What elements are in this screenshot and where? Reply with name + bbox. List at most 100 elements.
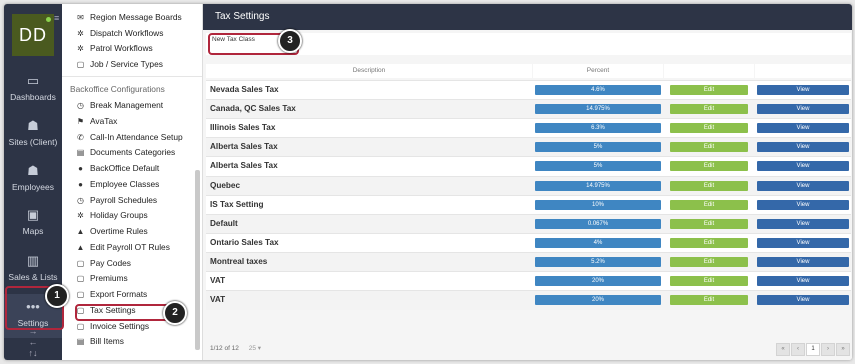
sidebar-item[interactable]: ⚑ AvaTax [76,116,117,126]
sidebar-item[interactable]: ◷ Payroll Schedules [76,195,157,205]
page-title: Tax Settings [215,11,270,22]
edit-button[interactable]: Edit [670,218,748,229]
view-button[interactable]: View [757,180,849,191]
sidebar-item[interactable]: ✲ Dispatch Workflows [76,28,163,38]
rail-item-employees[interactable]: ☗ Employees [4,158,62,202]
tax-percent: 6.3% [535,123,661,134]
sidebar-item-icon: ◷ [77,195,84,205]
sidebar-item-label: Overtime Rules [90,226,148,236]
view-button[interactable]: View [757,161,849,172]
sidebar-item[interactable]: ✆ Call-In Attendance Setup [76,132,183,142]
view-button[interactable]: View [757,123,849,134]
edit-button[interactable]: Edit [670,180,748,191]
next-page-button[interactable]: › [821,343,835,356]
sidebar-item-icon: ✲ [77,44,84,54]
sidebar-item-icon: ● [78,179,83,189]
sidebar-scrollbar[interactable] [195,170,200,350]
tax-percent: 4% [535,237,661,248]
avatar[interactable]: DD [12,14,54,56]
page-size-value: 25 [248,345,256,352]
view-button[interactable]: View [757,104,849,115]
sidebar-item-label: AvaTax [90,115,118,126]
sidebar-item[interactable]: ▲ Edit Payroll OT Rules [76,242,170,252]
sidebar-item[interactable]: ✲ Patrol Workflows [76,43,153,53]
edit-button[interactable]: Edit [670,256,748,267]
column-header-description[interactable]: Description [206,64,532,78]
view-button[interactable]: View [757,276,849,286]
view-button[interactable]: View [757,142,849,153]
rail-collapse-arrows[interactable]: → ← ↑↓ [4,326,62,359]
rail-item-sites-client[interactable]: ☗ Sites (Client) [4,113,62,157]
sidebar-item[interactable]: ◷ Break Management [76,100,163,110]
sidebar-item[interactable]: ▢ Job / Service Types [76,59,163,69]
view-button[interactable]: View [757,85,849,95]
rail-item-label: Sales & Lists [8,272,58,282]
sidebar-item[interactable]: ✲ Holiday Groups [76,210,148,220]
last-page-button[interactable]: » [836,343,850,356]
sidebar-item[interactable]: ▢ Export Formats [76,289,148,299]
view-button[interactable]: View [757,237,849,248]
first-page-button[interactable]: « [776,343,790,356]
rail-item-label: Dashboards [10,92,56,102]
sidebar-item[interactable]: ✉ Region Message Boards [76,12,182,22]
view-button[interactable]: View [757,295,849,306]
tax-description: Alberta Sales Tax [210,142,278,152]
sidebar-item-label: Region Message Boards [90,12,182,22]
sidebar-item[interactable]: ▢ Pay Codes [76,258,131,268]
page-size-select[interactable]: 25 ▾ [249,344,261,352]
pager-count: 1/12 of 12 [210,345,239,352]
tax-description: Ontario Sales Tax [210,237,279,247]
edit-button[interactable]: Edit [670,85,748,95]
tax-percent: 0.067% [535,218,661,229]
sidebar-item[interactable]: ▢ Premiums [76,273,128,283]
tax-percent: 5% [535,161,661,172]
sidebar-item[interactable]: ▢ Invoice Settings [76,321,149,331]
edit-button[interactable]: Edit [670,237,748,248]
column-header-percent[interactable]: Percent [533,64,663,78]
rail-item-dashboards[interactable]: ▭ Dashboards [4,68,62,112]
page-1-button[interactable]: 1 [806,343,820,356]
sidebar-item[interactable]: ● BackOffice Default [76,163,159,173]
sidebar-item-icon: ⚑ [76,116,85,126]
rail-item-maps[interactable]: ▣ Maps [4,202,62,246]
highlight-tax-settings [75,304,173,321]
sidebar-item-label: Pay Codes [90,257,131,268]
sidebar-item-icon: ▲ [76,227,85,236]
edit-button[interactable]: Edit [670,276,748,286]
sidebar-item-icon: ✉ [77,13,84,22]
tax-description: VAT [210,276,226,285]
sidebar-item-label: BackOffice Default [90,163,160,173]
edit-button[interactable]: Edit [670,161,748,172]
sidebar-item-label: Export Formats [90,289,148,299]
tax-percent: 10% [535,199,661,210]
pager-info: 1/12 of 12 25 ▾ [210,344,261,352]
tax-percent: 14.975% [535,104,661,115]
edit-button[interactable]: Edit [670,295,748,306]
sidebar-item[interactable]: ▲ Overtime Rules [76,226,148,236]
sidebar-divider [62,76,202,77]
sidebar-item[interactable]: ▤ Documents Categories [76,147,175,157]
tax-description: Alberta Sales Tax [210,161,278,171]
sidebar-section-header: Backoffice Configurations [70,84,165,94]
table-row: Alberta Sales Tax 5% Edit View [206,137,851,158]
online-status-dot [46,17,51,22]
sidebar-item[interactable]: ▤ Bill Items [76,336,124,346]
sidebar-item[interactable]: ● Employee Classes [76,179,159,189]
view-button[interactable]: View [757,218,849,229]
tax-description: Nevada Sales Tax [210,85,279,94]
table-row: Nevada Sales Tax 4.6% Edit View [206,80,851,100]
people-icon: ☗ [27,163,39,178]
sidebar-item-icon: ▢ [76,290,85,299]
table-footer: 1/12 of 12 25 ▾ « ‹ 1 › » [206,340,851,360]
hamburger-menu-icon[interactable]: ≡ [54,14,59,23]
previous-page-button[interactable]: ‹ [791,343,805,356]
view-button[interactable]: View [757,199,849,210]
tax-percent: 4.6% [535,85,661,95]
edit-button[interactable]: Edit [670,199,748,210]
sidebar-item-label: Invoice Settings [90,320,150,331]
edit-button[interactable]: Edit [670,123,748,134]
edit-button[interactable]: Edit [670,142,748,153]
view-button[interactable]: View [757,256,849,267]
sidebar-item-icon: ▢ [76,321,85,331]
edit-button[interactable]: Edit [670,104,748,115]
